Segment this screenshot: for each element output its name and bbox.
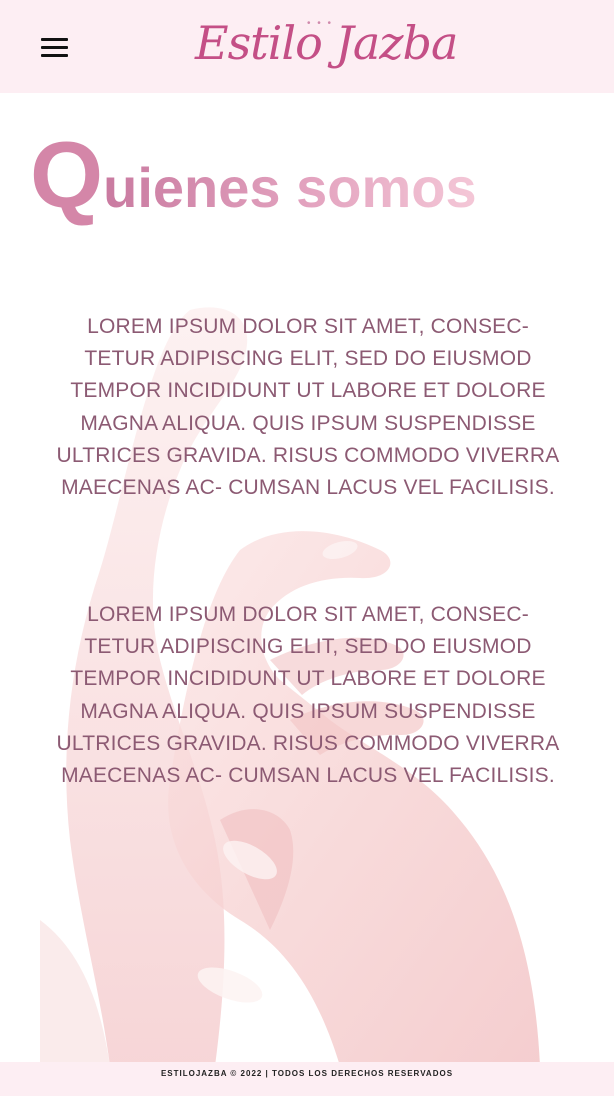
- about-paragraph-2: LOREM IPSUM DOLOR SIT AMET, CONSEC- TETU…: [56, 603, 560, 788]
- brand-logo[interactable]: • • • Estilo Jazba: [195, 6, 458, 86]
- about-paragraph-1: LOREM IPSUM DOLOR SIT AMET, CONSEC- TETU…: [56, 315, 560, 500]
- hamburger-menu-icon[interactable]: [38, 34, 72, 60]
- top-header: • • • Estilo Jazba: [0, 0, 614, 93]
- page-title-initial: Q: [30, 122, 104, 227]
- logo-text: Estilo Jazba: [195, 16, 458, 70]
- page-title: Quienes somos: [30, 128, 590, 222]
- page-title-text: uienes somos: [103, 156, 477, 219]
- footer-copyright: ESTILOJAZBA © 2022 | TODOS LOS DERECHOS …: [160, 1069, 454, 1078]
- footer: ESTILOJAZBA © 2022 | TODOS LOS DERECHOS …: [0, 1062, 614, 1096]
